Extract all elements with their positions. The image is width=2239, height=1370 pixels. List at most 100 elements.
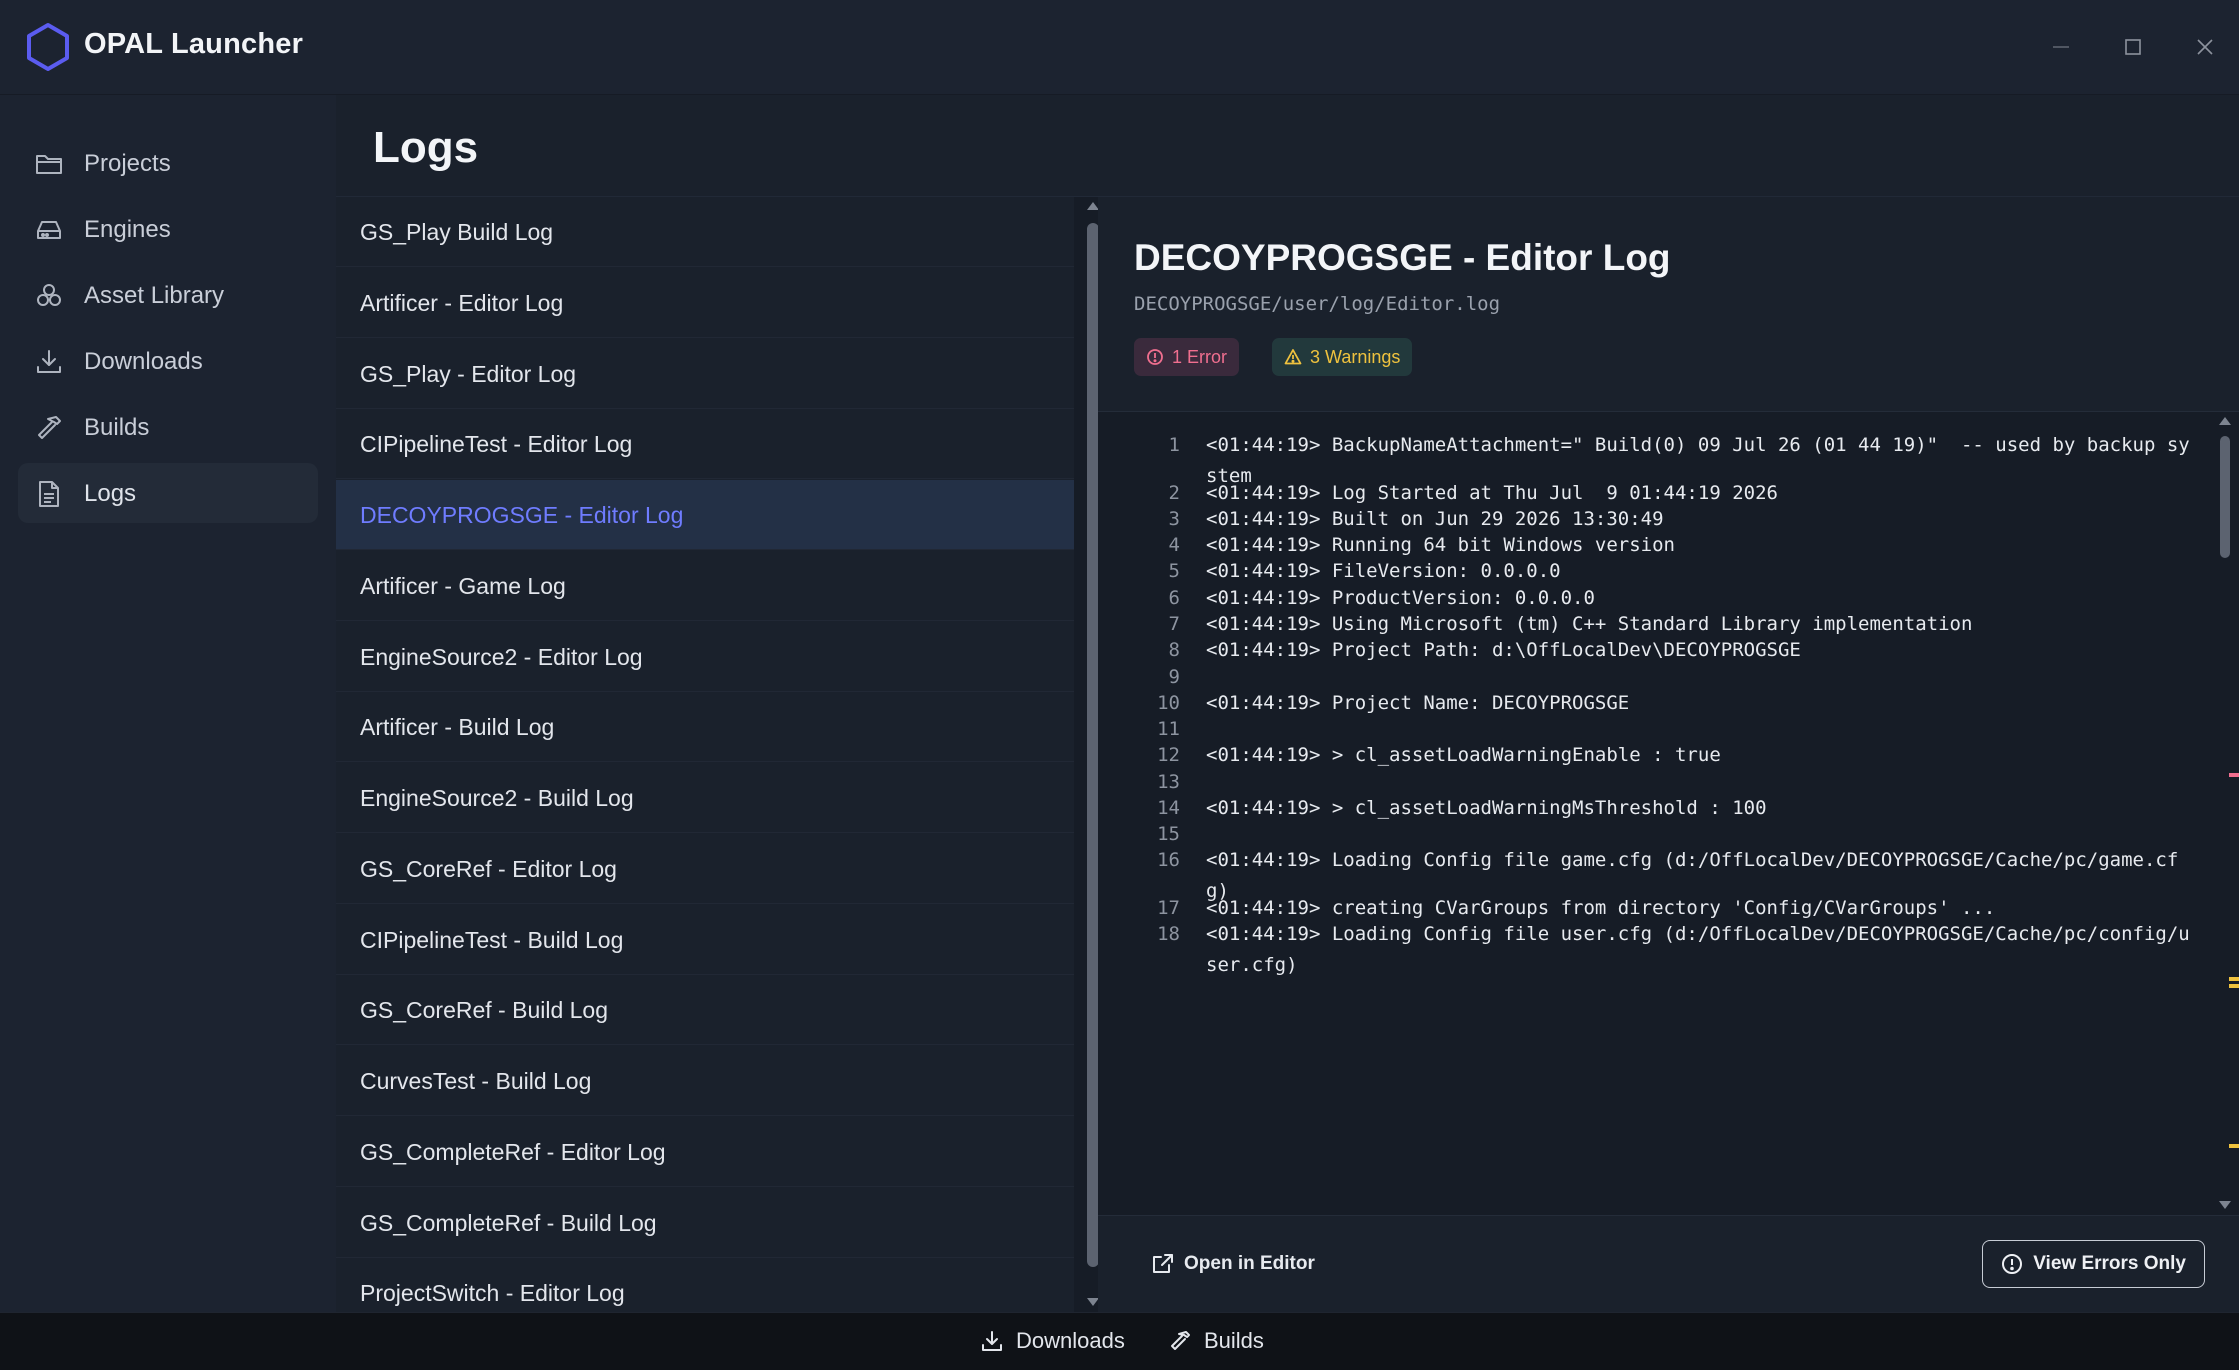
list-item[interactable]: CIPipelineTest - Editor Log xyxy=(336,409,1074,479)
warning-triangle-icon xyxy=(1284,349,1302,365)
warning-marker xyxy=(2229,984,2239,988)
log-detail-header: DECOYPROGSGE - Editor Log DECOYPROGSGE/u… xyxy=(1098,197,2239,412)
minimize-button[interactable] xyxy=(2038,24,2084,70)
log-detail-panel: DECOYPROGSGE - Editor Log DECOYPROGSGE/u… xyxy=(1098,197,2239,1312)
error-circle-icon xyxy=(1147,349,1163,365)
warning-count-label: 3 Warnings xyxy=(1310,346,1401,367)
sidebar-item-logs[interactable]: Logs xyxy=(18,463,318,523)
download-icon xyxy=(37,350,61,373)
list-item[interactable]: Artificer - Game Log xyxy=(336,551,1074,621)
sidebar-item-projects[interactable]: Projects xyxy=(18,133,318,193)
open-in-editor-label: Open in Editor xyxy=(1184,1253,1315,1274)
list-item[interactable]: Artificer - Editor Log xyxy=(336,268,1074,338)
status-downloads-button[interactable]: Downloads xyxy=(980,1328,1125,1354)
error-marker xyxy=(2229,773,2239,777)
download-icon xyxy=(982,1331,1002,1351)
list-item-label: GS_Play - Editor Log xyxy=(360,361,577,387)
line-text: <01:44:19> Project Name: DECOYPROGSGE xyxy=(1206,692,1630,714)
list-item-label: CIPipelineTest - Editor Log xyxy=(360,431,633,457)
sidebar-item-label: Projects xyxy=(84,150,171,177)
warning-marker xyxy=(2229,1144,2239,1148)
line-text: <01:44:19> Loading Config file user.cfg … xyxy=(1206,923,2190,976)
line-number: 16 xyxy=(1157,849,1180,871)
list-item-label: CIPipelineTest - Build Log xyxy=(360,927,624,953)
log-file-path: DECOYPROGSGE/user/log/Editor.log xyxy=(1134,293,1501,315)
view-errors-only-button[interactable]: View Errors Only xyxy=(1982,1240,2205,1288)
opal-logo-icon xyxy=(27,23,69,71)
sidebar-item-label: Engines xyxy=(84,216,171,243)
line-text: <01:44:19> > cl_assetLoadWarningMsThresh… xyxy=(1206,797,1767,819)
scroll-up-icon[interactable] xyxy=(2218,416,2232,426)
assets-icon xyxy=(37,284,61,306)
list-item-label: GS_Play Build Log xyxy=(360,219,554,245)
list-item[interactable]: GS_Play - Editor Log xyxy=(336,339,1074,409)
error-count-badge[interactable]: 1 Error xyxy=(1134,338,1240,376)
list-item-label: CurvesTest - Build Log xyxy=(360,1068,592,1094)
sidebar-item-label: Downloads xyxy=(84,348,203,375)
list-item[interactable]: Artificer - Build Log xyxy=(336,692,1074,762)
view-errors-only-label: View Errors Only xyxy=(2033,1253,2186,1274)
warning-marker xyxy=(2229,977,2239,981)
list-item[interactable]: GS_Play Build Log xyxy=(336,197,1074,267)
sidebar: Projects Engines Asset Library Downloads… xyxy=(0,95,336,1370)
error-count-label: 1 Error xyxy=(1172,346,1228,367)
list-item-label: GS_CoreRef - Editor Log xyxy=(360,856,617,882)
sidebar-item-builds[interactable]: Builds xyxy=(18,397,318,457)
sidebar-item-downloads[interactable]: Downloads xyxy=(18,331,318,391)
hammer-icon xyxy=(38,416,61,439)
list-item-label: EngineSource2 - Editor Log xyxy=(360,644,643,670)
page-title: Logs xyxy=(373,123,479,172)
status-builds-button[interactable]: Builds xyxy=(1168,1328,1264,1354)
engine-icon xyxy=(37,221,61,239)
list-item-label: EngineSource2 - Build Log xyxy=(360,785,634,811)
line-number: 1 xyxy=(1168,434,1180,456)
list-item-label: ProjectSwitch - Editor Log xyxy=(360,1280,625,1306)
scrollbar-thumb[interactable] xyxy=(2220,436,2230,558)
log-list: GS_Play Build Log Artificer - Editor Log… xyxy=(336,197,1074,1312)
list-item[interactable]: GS_CompleteRef - Build Log xyxy=(336,1188,1074,1258)
list-item[interactable]: GS_CoreRef - Editor Log xyxy=(336,834,1074,904)
list-item[interactable]: ProjectSwitch - Editor Log xyxy=(336,1258,1074,1312)
close-button[interactable] xyxy=(2182,24,2228,70)
list-item-label: GS_CompleteRef - Editor Log xyxy=(360,1139,666,1165)
log-content-scrollbar[interactable] xyxy=(2209,412,2239,1215)
main-content: Logs GS_Play Build Log Artificer - Edito… xyxy=(336,95,2239,1312)
folder-icon xyxy=(36,155,62,174)
list-item[interactable]: EngineSource2 - Editor Log xyxy=(336,622,1074,692)
status-downloads-label: Downloads xyxy=(1016,1328,1125,1353)
list-item[interactable]: EngineSource2 - Build Log xyxy=(336,763,1074,833)
list-item-label: GS_CoreRef - Build Log xyxy=(360,997,609,1023)
scroll-down-icon[interactable] xyxy=(2218,1200,2232,1210)
maximize-button[interactable] xyxy=(2110,24,2156,70)
log-content[interactable]: 1 <01:44:19> BackupNameAttachment=" Build… xyxy=(1098,412,2239,1215)
sidebar-item-engines[interactable]: Engines xyxy=(18,199,318,259)
app-title: OPAL Launcher xyxy=(84,28,304,60)
status-bar: Downloads Builds xyxy=(0,1312,2239,1370)
document-icon xyxy=(39,481,59,507)
maximize-icon xyxy=(2125,39,2141,55)
list-item[interactable]: GS_CoreRef - Build Log xyxy=(336,975,1074,1045)
page-header: Logs xyxy=(336,95,2239,197)
log-detail-title: DECOYPROGSGE - Editor Log xyxy=(1134,237,1671,278)
sidebar-item-label: Logs xyxy=(84,480,137,507)
sidebar-item-label: Builds xyxy=(84,414,150,441)
open-in-editor-button[interactable]: Open in Editor xyxy=(1152,1248,1315,1280)
list-item[interactable]: CIPipelineTest - Build Log xyxy=(336,905,1074,975)
sidebar-item-asset-library[interactable]: Asset Library xyxy=(18,265,318,325)
list-item-label: Artificer - Game Log xyxy=(360,573,566,599)
log-detail-footer: Open in Editor View Errors Only xyxy=(1098,1215,2239,1312)
line-number: 18 xyxy=(1157,923,1180,945)
list-item[interactable]: GS_CompleteRef - Editor Log xyxy=(336,1117,1074,1187)
hammer-icon xyxy=(1171,1331,1190,1350)
close-icon xyxy=(2197,39,2213,55)
warning-count-badge[interactable]: 3 Warnings xyxy=(1272,338,1413,376)
list-item-label: Artificer - Build Log xyxy=(360,714,555,740)
status-builds-label: Builds xyxy=(1204,1328,1264,1353)
list-item-label: GS_CompleteRef - Build Log xyxy=(360,1210,657,1236)
list-item-selected[interactable]: DECOYPROGSGE - Editor Log xyxy=(336,480,1074,550)
external-link-icon xyxy=(1153,1254,1173,1273)
line-text: <01:44:19> > cl_assetLoadWarningEnable :… xyxy=(1206,744,1721,766)
list-item[interactable]: CurvesTest - Build Log xyxy=(336,1046,1074,1116)
list-item-label: Artificer - Editor Log xyxy=(360,290,564,316)
info-circle-icon xyxy=(2002,1254,2023,1274)
